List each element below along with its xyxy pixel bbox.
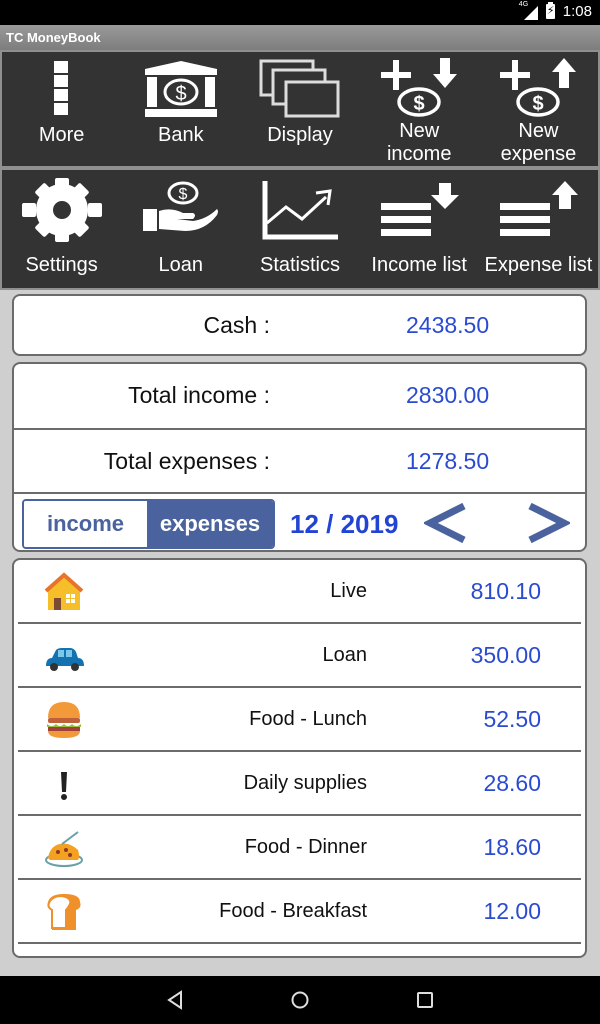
network-type: 4G <box>518 0 529 8</box>
list-item[interactable]: Loan 350.00 <box>18 624 581 688</box>
gear-icon <box>20 172 104 248</box>
total-income-label: Total income : <box>128 382 270 408</box>
total-expenses-value: 1278.50 <box>406 448 490 474</box>
period-controls: income expenses 12 / 2019 <box>14 494 585 554</box>
category-amount: 52.50 <box>483 706 541 732</box>
svg-text:$: $ <box>533 93 544 115</box>
previous-month-button[interactable] <box>422 500 468 546</box>
svg-text:$: $ <box>414 93 425 115</box>
category-amount: 12.00 <box>483 898 541 924</box>
bank-icon: $ <box>143 54 219 124</box>
svg-text:$: $ <box>178 186 187 203</box>
list-item[interactable]: Live 810.10 <box>18 560 581 624</box>
new-expense-label: New expense <box>500 120 577 165</box>
income-expenses-toggle[interactable]: income expenses <box>22 499 275 549</box>
settings-label: Settings <box>25 254 98 276</box>
house-icon <box>44 572 84 610</box>
status-bar: 4G ⚡ 1:08 <box>0 0 600 25</box>
category-name: Food - Lunch <box>249 708 367 730</box>
list-item[interactable]: Food - Lunch 52.50 <box>18 688 581 752</box>
category-amount: 28.60 <box>483 770 541 796</box>
display-button[interactable]: Display <box>240 52 359 166</box>
toolbar-row-1: More $ Bank Display $ New income $ New exp… <box>0 50 600 168</box>
cash-value: 2438.50 <box>406 312 490 338</box>
hamburger-icon <box>47 702 81 738</box>
category-name: Loan <box>322 644 368 666</box>
system-navigation-bar <box>0 976 600 1024</box>
category-name: Live <box>330 580 367 602</box>
cash-card: Cash : 2438.50 <box>12 294 587 356</box>
totals-card: Total income : 2830.00 Total expenses : … <box>12 362 587 552</box>
add-income-icon: $ <box>377 54 461 120</box>
expense-list-label: Expense list <box>484 254 593 276</box>
more-button[interactable]: More <box>2 52 121 166</box>
expenses-tab[interactable]: expenses <box>147 501 273 547</box>
new-income-button[interactable]: $ New income <box>360 52 479 166</box>
loan-hand-icon: $ <box>141 172 221 248</box>
total-expenses-label: Total expenses : <box>103 448 270 474</box>
loan-label: Loan <box>158 254 204 276</box>
expense-list: Live 810.10 Loan 350.00 Food - Lunch 52.… <box>12 558 587 958</box>
toolbar-row-2: Settings $ Loan Statistics Income list E… <box>0 168 600 290</box>
svg-text:$: $ <box>175 83 186 105</box>
category-name: Daily supplies <box>243 772 367 794</box>
spaghetti-icon <box>45 831 83 867</box>
expense-list-button[interactable]: Expense list <box>479 170 598 288</box>
income-tab[interactable]: income <box>24 501 147 547</box>
loan-button[interactable]: $ Loan <box>121 170 240 288</box>
chart-icon <box>260 172 340 248</box>
bank-label: Bank <box>158 124 204 146</box>
chevron-right-icon <box>528 502 572 544</box>
category-amount: 350.00 <box>470 642 541 668</box>
bread-icon <box>47 894 81 930</box>
list-item-partial[interactable] <box>18 944 581 958</box>
back-icon[interactable] <box>165 990 185 1010</box>
battery-charging-icon: ⚡ <box>545 2 555 19</box>
category-name: Food - Dinner <box>244 836 367 858</box>
statistics-button[interactable]: Statistics <box>240 170 359 288</box>
category-amount: 18.60 <box>483 834 541 860</box>
income-list-label: Income list <box>371 254 467 276</box>
partial-item-icon <box>44 956 84 958</box>
display-label: Display <box>267 124 333 146</box>
recents-icon[interactable] <box>415 990 435 1010</box>
list-item[interactable]: Daily supplies 28.60 <box>18 752 581 816</box>
chevron-left-icon <box>422 502 466 544</box>
display-windows-icon <box>258 54 342 124</box>
list-item[interactable]: Food - Breakfast 12.00 <box>18 880 581 944</box>
income-list-icon <box>379 172 460 248</box>
expense-list-icon <box>498 172 579 248</box>
app-title-bar: TC MoneyBook <box>0 25 600 50</box>
category-amount: 810.10 <box>470 578 541 604</box>
more-label: More <box>38 124 85 146</box>
home-icon[interactable] <box>290 990 310 1010</box>
signal-icon: 4G <box>518 0 538 20</box>
statistics-label: Statistics <box>259 254 341 276</box>
new-income-label: New income <box>386 120 452 165</box>
car-icon <box>46 648 84 671</box>
period-label: 12 / 2019 <box>290 509 399 539</box>
income-list-button[interactable]: Income list <box>360 170 479 288</box>
bank-button[interactable]: $ Bank <box>121 52 240 166</box>
app-title: TC MoneyBook <box>6 30 101 45</box>
category-name: Food - Breakfast <box>219 900 367 922</box>
exclamation-icon <box>61 772 67 800</box>
cash-label: Cash : <box>203 312 270 338</box>
next-month-button[interactable] <box>526 500 572 546</box>
list-item[interactable]: Food - Dinner 18.60 <box>18 816 581 880</box>
new-expense-button[interactable]: $ New expense <box>479 52 598 166</box>
total-income-value: 2830.00 <box>406 382 490 408</box>
more-vertical-icon <box>52 54 72 124</box>
add-expense-icon: $ <box>496 54 580 120</box>
clock: 1:08 <box>562 3 592 20</box>
settings-button[interactable]: Settings <box>2 170 121 288</box>
